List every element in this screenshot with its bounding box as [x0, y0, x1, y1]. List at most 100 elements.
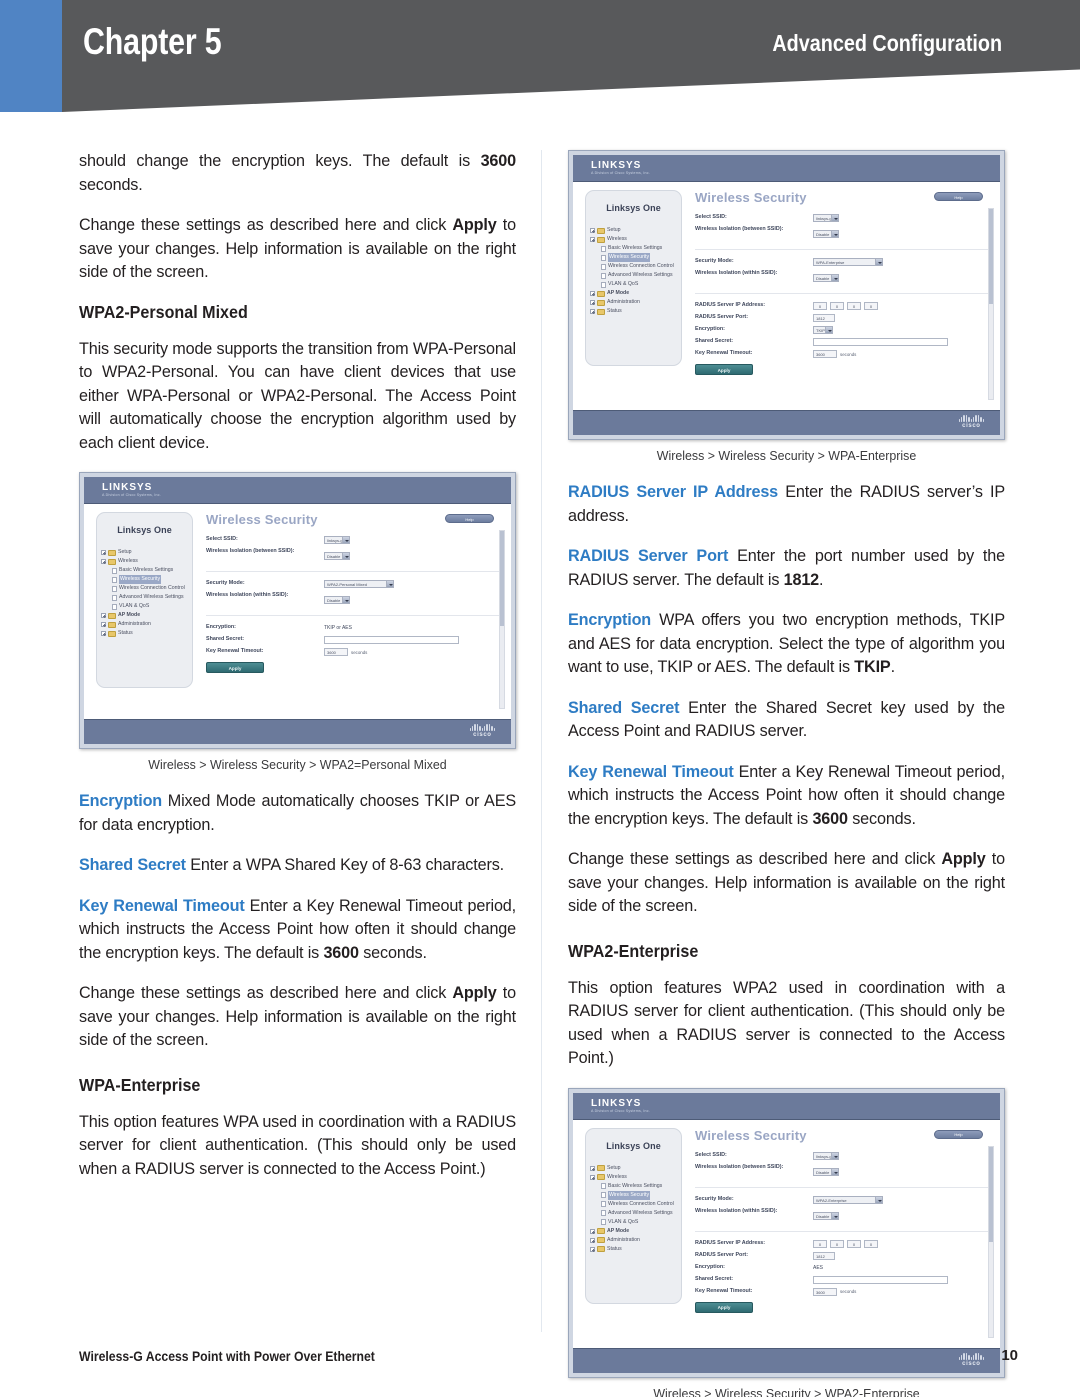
- tree-item-vlan-qos[interactable]: VLAN & QoS: [590, 1218, 681, 1227]
- select-ssid-dropdown[interactable]: linksys-g: [813, 1151, 839, 1160]
- radius-ip-octet-3[interactable]: 0: [847, 302, 861, 310]
- chevron-down-icon[interactable]: [831, 231, 838, 237]
- tree-item-wireless[interactable]: Wireless: [590, 1173, 681, 1182]
- chevron-down-icon[interactable]: [875, 259, 882, 265]
- chevron-down-icon[interactable]: [825, 327, 832, 333]
- tree-item-vlan-qos[interactable]: VLAN & QoS: [590, 280, 681, 289]
- tree-item-basic-wireless-settings[interactable]: Basic Wireless Settings: [590, 1182, 681, 1191]
- expand-icon[interactable]: [590, 1246, 595, 1252]
- expand-icon[interactable]: [101, 550, 106, 555]
- scrollbar-thumb[interactable]: [989, 1146, 993, 1242]
- select-ssid-dropdown[interactable]: linksys-g: [813, 214, 839, 222]
- tree-item-wireless[interactable]: Wireless: [590, 235, 681, 244]
- encryption-dropdown[interactable]: TKIP: [813, 326, 833, 334]
- chevron-down-icon[interactable]: [831, 1152, 838, 1159]
- radius-ip-octet-3[interactable]: 0: [847, 1239, 861, 1248]
- tree-item-vlan-qos[interactable]: VLAN & QoS: [101, 602, 192, 611]
- panel-scrollbar[interactable]: [499, 530, 505, 709]
- isolation-within-dropdown[interactable]: Disable: [813, 274, 839, 282]
- tree-item-wireless-connection-control[interactable]: Wireless Connection Control: [590, 1200, 681, 1209]
- tree-item-status[interactable]: Status: [101, 629, 192, 638]
- tree-item-administration[interactable]: Administration: [101, 620, 192, 629]
- radius-ip-octet-4[interactable]: 0: [864, 302, 878, 310]
- tree-item-ap-mode[interactable]: AP Mode: [101, 611, 192, 620]
- chevron-down-icon[interactable]: [831, 1212, 838, 1219]
- chevron-down-icon[interactable]: [342, 597, 349, 603]
- chevron-down-icon[interactable]: [342, 537, 349, 543]
- security-mode-dropdown[interactable]: WPA2-Personal Mixed: [324, 580, 394, 588]
- radius-port-input[interactable]: 1812: [813, 314, 835, 322]
- scrollbar-thumb[interactable]: [500, 531, 504, 626]
- tree-item-wireless-security[interactable]: Wireless Security: [590, 253, 681, 262]
- key-renewal-input[interactable]: 3600: [813, 350, 837, 358]
- isolation-between-dropdown[interactable]: Disable: [813, 230, 839, 238]
- expand-icon[interactable]: [101, 622, 106, 627]
- expand-icon[interactable]: [590, 1165, 595, 1171]
- panel-scrollbar[interactable]: [988, 208, 994, 400]
- isolation-within-dropdown[interactable]: Disable: [813, 1211, 839, 1220]
- tree-item-advanced-wireless-settings[interactable]: Advanced Wireless Settings: [590, 271, 681, 280]
- sidebar-tree[interactable]: Setup Wireless Basic Wireless Settings W…: [586, 1164, 681, 1254]
- isolation-within-dropdown[interactable]: Disable: [324, 596, 350, 604]
- expand-icon[interactable]: [101, 631, 106, 636]
- security-mode-dropdown[interactable]: WPA2-Enterprise: [813, 1195, 883, 1204]
- sidebar-tree[interactable]: Setup Wireless Basic Wireless Settings W…: [97, 548, 192, 638]
- chevron-down-icon[interactable]: [386, 581, 393, 587]
- help-button[interactable]: Help: [934, 192, 983, 201]
- help-button[interactable]: Help: [934, 1129, 983, 1139]
- chevron-down-icon[interactable]: [831, 275, 838, 281]
- tree-item-administration[interactable]: Administration: [590, 1236, 681, 1245]
- radius-ip-octet-4[interactable]: 0: [864, 1239, 878, 1248]
- shared-secret-input[interactable]: [324, 636, 459, 644]
- tree-item-wireless-security[interactable]: Wireless Security: [590, 1190, 681, 1200]
- key-renewal-input[interactable]: 3600: [324, 648, 348, 656]
- tree-item-wireless-security[interactable]: Wireless Security: [101, 575, 192, 584]
- radius-ip-octet-2[interactable]: 0: [830, 302, 844, 310]
- tree-item-ap-mode[interactable]: AP Mode: [590, 289, 681, 298]
- collapse-icon[interactable]: [590, 237, 595, 242]
- shared-secret-input[interactable]: [813, 338, 948, 346]
- radius-ip-octet-1[interactable]: 0: [813, 302, 827, 310]
- chevron-down-icon[interactable]: [342, 553, 349, 559]
- radius-port-input[interactable]: 1812: [813, 1251, 835, 1260]
- shared-secret-input[interactable]: [813, 1275, 948, 1284]
- tree-item-advanced-wireless-settings[interactable]: Advanced Wireless Settings: [101, 593, 192, 602]
- expand-icon[interactable]: [590, 309, 595, 314]
- security-mode-dropdown[interactable]: WPA-Enterprise: [813, 258, 883, 266]
- collapse-icon[interactable]: [101, 559, 106, 564]
- apply-button[interactable]: Apply: [206, 662, 264, 673]
- tree-item-basic-wireless-settings[interactable]: Basic Wireless Settings: [101, 566, 192, 575]
- isolation-between-dropdown[interactable]: Disable: [324, 552, 350, 560]
- expand-icon[interactable]: [590, 1237, 595, 1243]
- tree-item-status[interactable]: Status: [590, 307, 681, 316]
- apply-button[interactable]: Apply: [695, 364, 753, 375]
- tree-item-setup[interactable]: Setup: [590, 226, 681, 235]
- panel-scrollbar[interactable]: [988, 1145, 994, 1338]
- tree-item-setup[interactable]: Setup: [101, 548, 192, 557]
- tree-item-advanced-wireless-settings[interactable]: Advanced Wireless Settings: [590, 1209, 681, 1218]
- radius-ip-octet-1[interactable]: 0: [813, 1239, 827, 1248]
- scrollbar-thumb[interactable]: [989, 209, 993, 304]
- expand-icon[interactable]: [590, 291, 595, 296]
- apply-button[interactable]: Apply: [695, 1301, 753, 1313]
- select-ssid-dropdown[interactable]: linksys-g: [324, 536, 350, 544]
- tree-item-wireless-connection-control[interactable]: Wireless Connection Control: [590, 262, 681, 271]
- key-renewal-input[interactable]: 3600: [813, 1287, 837, 1296]
- tree-item-wireless-connection-control[interactable]: Wireless Connection Control: [101, 584, 192, 593]
- chevron-down-icon[interactable]: [831, 215, 838, 221]
- tree-item-status[interactable]: Status: [590, 1245, 681, 1254]
- tree-item-wireless[interactable]: Wireless: [101, 557, 192, 566]
- chevron-down-icon[interactable]: [831, 1168, 838, 1175]
- tree-item-setup[interactable]: Setup: [590, 1164, 681, 1173]
- sidebar-tree[interactable]: Setup Wireless Basic Wireless Settings W…: [586, 226, 681, 316]
- expand-icon[interactable]: [590, 1228, 595, 1234]
- isolation-between-dropdown[interactable]: Disable: [813, 1167, 839, 1176]
- radius-ip-octet-2[interactable]: 0: [830, 1239, 844, 1248]
- chevron-down-icon[interactable]: [875, 1196, 882, 1203]
- collapse-icon[interactable]: [590, 1174, 595, 1180]
- expand-icon[interactable]: [590, 228, 595, 233]
- expand-icon[interactable]: [590, 300, 595, 305]
- help-button[interactable]: Help: [445, 514, 494, 523]
- tree-item-basic-wireless-settings[interactable]: Basic Wireless Settings: [590, 244, 681, 253]
- tree-item-ap-mode[interactable]: AP Mode: [590, 1227, 681, 1236]
